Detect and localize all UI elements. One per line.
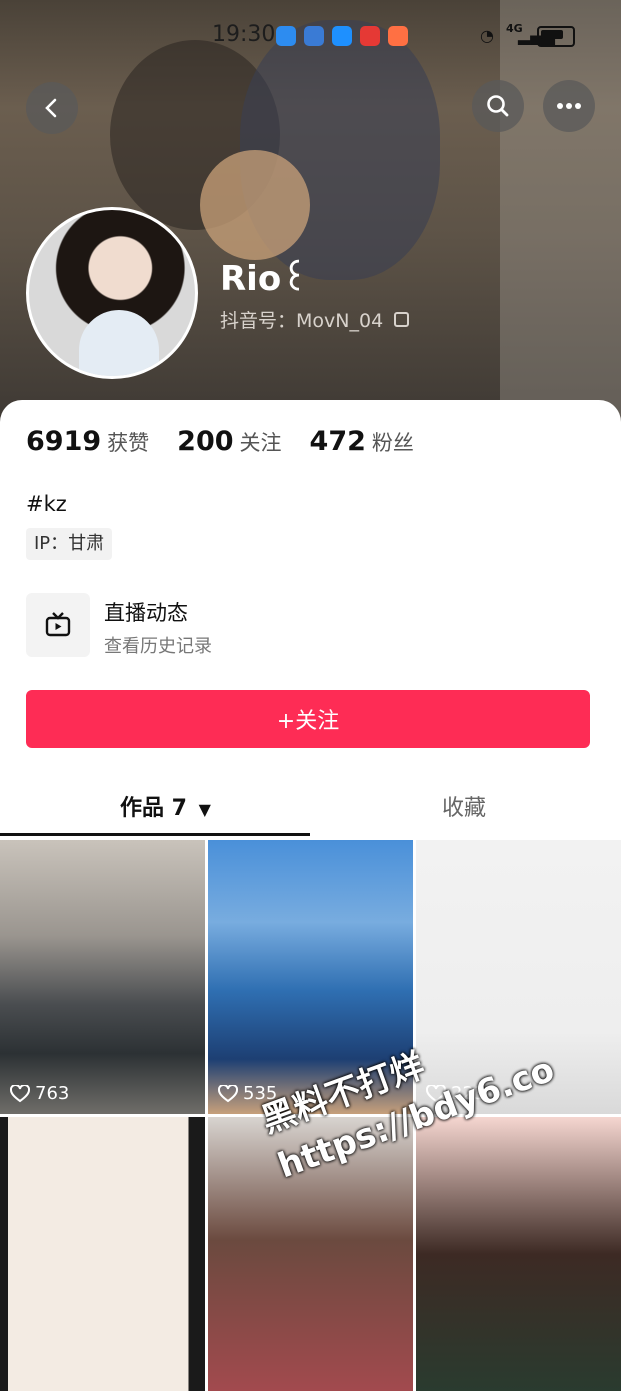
profile-bio: #kz [26, 492, 67, 516]
profile-name: Rio꒰ [220, 259, 308, 299]
avatar[interactable] [26, 207, 198, 379]
live-subtitle[interactable]: 查看历史记录 [104, 632, 212, 658]
chevron-left-icon [45, 98, 57, 118]
search-icon [487, 95, 509, 117]
likes-label[interactable]: 获赞 [107, 427, 149, 457]
tab-indicator [0, 833, 310, 836]
douyin-id-text: 抖音号：MovN_04 [220, 310, 384, 332]
signal-app-icon [304, 26, 324, 46]
live-history-button[interactable] [26, 593, 90, 657]
followers-label[interactable]: 粉丝 [372, 427, 414, 457]
followers-count[interactable]: 472 [310, 426, 366, 457]
battery-icon [537, 26, 575, 47]
tv-icon [45, 612, 71, 637]
live-title[interactable]: 直播动态 [104, 597, 188, 627]
avatar-figure [79, 310, 159, 376]
tab-works-label: 作品 7 [120, 796, 187, 821]
tab-works[interactable]: 作品 7 ▼ [120, 790, 211, 822]
cover-photo-shape [200, 150, 310, 260]
like-count: 763 [10, 1083, 69, 1104]
follow-button[interactable]: +关注 [26, 690, 590, 748]
profile-stats: 6919 获赞 200 关注 472 粉丝 [26, 426, 442, 457]
search-button[interactable] [472, 80, 524, 132]
copy-icon[interactable] [394, 312, 410, 327]
status-bar: 19:30 ◔ 4G ▂▄▆ [0, 0, 621, 70]
ellipsis-icon [557, 103, 581, 109]
following-label[interactable]: 关注 [240, 427, 282, 457]
wifi-icon: ◔ [480, 26, 494, 45]
video-thumbnail[interactable]: 763 [0, 840, 205, 1114]
tab-favorites[interactable]: 收藏 [442, 790, 486, 822]
like-count-text: 763 [35, 1083, 70, 1104]
store-app-icon [388, 26, 408, 46]
message-app-icon [276, 26, 296, 46]
video-thumbnail[interactable] [0, 1117, 205, 1391]
status-time: 19:30 [212, 22, 276, 47]
ip-location-tag: IP：甘肃 [26, 528, 113, 560]
more-button[interactable] [543, 80, 595, 132]
following-count[interactable]: 200 [177, 426, 233, 457]
caret-down-icon: ▼ [198, 800, 211, 819]
back-button[interactable] [26, 82, 78, 134]
browser-app-icon [332, 26, 352, 46]
douyin-id[interactable]: 抖音号：MovN_04 [220, 306, 410, 333]
mail-app-icon [360, 26, 380, 46]
heart-icon [218, 1084, 238, 1102]
heart-icon [10, 1084, 30, 1102]
likes-count[interactable]: 6919 [26, 426, 101, 457]
